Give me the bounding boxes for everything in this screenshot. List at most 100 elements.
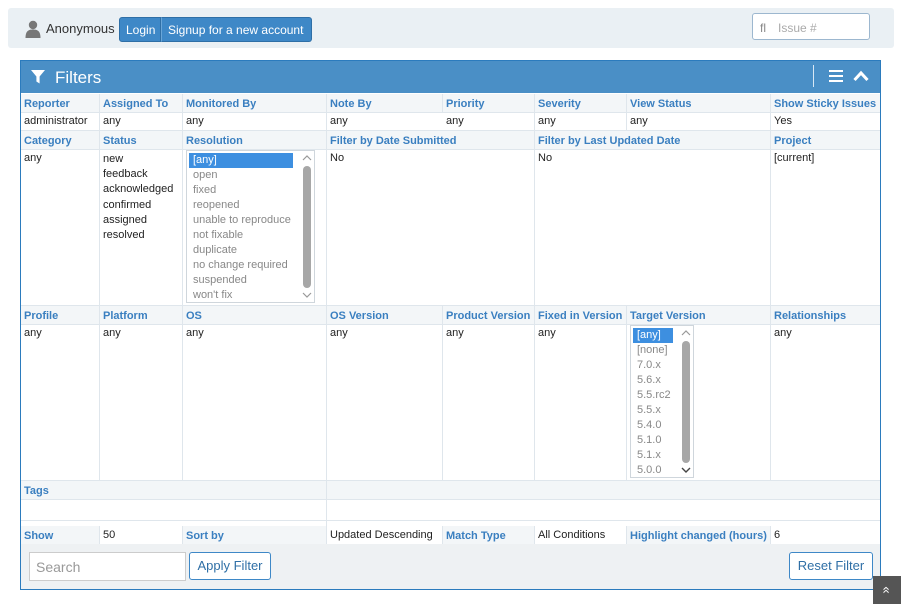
target-version-scrollbar[interactable] [681,328,691,475]
resolution-option[interactable]: reopened [189,198,293,213]
header-divider [813,65,814,87]
sticky-issues-label[interactable]: Show Sticky Issues [771,94,880,112]
sort-by-value: Updated Descending [327,526,443,544]
grid-line [21,112,880,113]
grid-line [99,526,100,544]
resolution-option[interactable]: fixed [189,183,293,198]
target-version-option[interactable]: 5.1.0 [633,433,673,448]
grid-line [442,94,443,112]
chevron-up-icon[interactable] [302,153,312,163]
filter-footer: Search Apply Filter Reset Filter [21,544,880,589]
show-value: 50 [100,526,183,544]
menu-icon[interactable] [829,70,843,82]
date-submitted-label[interactable]: Filter by Date Submitted [327,131,535,149]
target-version-option[interactable]: 5.6.x [633,373,673,388]
filters-header: Filters [21,61,880,93]
target-version-option[interactable]: 5.5.x [633,403,673,418]
status-label[interactable]: Status [100,131,183,149]
profile-value: any [21,324,100,480]
resolution-label[interactable]: Resolution [183,131,327,149]
signup-button[interactable]: Signup for a new account [161,17,312,42]
grid-line [442,526,443,544]
category-label[interactable]: Category [21,131,100,149]
resolution-option[interactable]: [any] [189,153,293,168]
last-updated-value: No [535,149,771,305]
project-label[interactable]: Project [771,131,880,149]
chevron-up-icon[interactable] [853,70,869,82]
scrollbar-thumb[interactable] [303,166,311,288]
status-item: confirmed [103,198,152,211]
login-button[interactable]: Login [119,17,161,42]
profile-label[interactable]: Profile [21,306,100,324]
filters-title: Filters [55,68,102,87]
fixed-in-version-label[interactable]: Fixed in Version [535,306,627,324]
status-item: acknowledged [103,183,174,196]
category-value: any [21,149,100,305]
chevron-down-icon[interactable] [302,290,312,300]
top-navbar: Anonymous Login Signup for a new account… [8,8,894,48]
assigned-to-label[interactable]: Assigned To [100,94,183,112]
double-chevron-up-icon[interactable]: « [873,576,901,604]
view-status-label[interactable]: View Status [627,94,771,112]
note-by-label[interactable]: Note By [327,94,443,112]
os-label[interactable]: OS [183,306,327,324]
status-item: new [103,153,124,165]
monitored-by-label[interactable]: Monitored By [183,94,327,112]
resolution-option[interactable]: open [189,168,293,183]
grid-line [99,94,100,480]
scrollbar-thumb[interactable] [682,341,690,463]
product-version-label[interactable]: Product Version [443,306,535,324]
issue-number-input[interactable]: fl Issue # [752,13,870,40]
os-version-label[interactable]: OS Version [327,306,443,324]
resolution-option[interactable]: unable to reproduce [189,213,293,228]
tags-header-spacer [327,481,880,499]
target-version-option[interactable]: [none] [633,343,673,358]
grid-line [21,520,880,521]
target-version-option[interactable]: [any] [633,328,673,343]
resolution-option[interactable]: not fixable [189,228,293,243]
tags-label[interactable]: Tags [21,481,327,499]
scroll-to-top-glyph: « [879,586,895,594]
last-updated-label[interactable]: Filter by Last Updated Date [535,131,771,149]
resolution-option[interactable]: duplicate [189,243,293,258]
relationships-label[interactable]: Relationships [771,306,880,324]
reset-filter-button[interactable]: Reset Filter [789,552,873,580]
os-value: any [183,324,327,480]
severity-label[interactable]: Severity [535,94,627,112]
filters-widget: Filters Reporter Assigned To Monitored B… [20,60,881,590]
match-type-value: All Conditions [535,526,627,544]
highlight-changed-label[interactable]: Highlight changed (hours) [627,526,771,544]
reporter-label[interactable]: Reporter [21,94,100,112]
grid-line [442,306,443,480]
target-version-option[interactable]: 5.1.x [633,448,673,463]
match-type-label[interactable]: Match Type [443,526,535,544]
target-version-option[interactable]: 5.0.0 [633,463,673,478]
status-item: feedback [103,168,148,181]
resolution-scrollbar[interactable] [302,153,312,300]
platform-label[interactable]: Platform [100,306,183,324]
show-label[interactable]: Show [21,526,100,544]
search-input[interactable]: Search [29,552,186,581]
fixed-in-version-value: any [535,324,627,480]
chevron-up-icon[interactable] [681,328,691,338]
grid-line [770,526,771,544]
target-version-listbox[interactable]: [any] [none] 7.0.x 5.6.x 5.5.rc2 5.5.x 5… [630,325,694,478]
target-version-label[interactable]: Target Version [627,306,771,324]
sticky-issues-value: Yes [771,112,880,130]
tags-value [21,499,327,520]
sort-by-label[interactable]: Sort by [183,526,327,544]
resolution-listbox[interactable]: [any] open fixed reopened unable to repr… [186,150,315,303]
target-version-option[interactable]: 5.5.rc2 [633,388,673,403]
target-version-option[interactable]: 7.0.x [633,358,673,373]
chevron-down-icon[interactable] [681,465,691,475]
priority-label[interactable]: Priority [443,94,535,112]
issue-input-prefix: fl [760,21,766,35]
apply-filter-button[interactable]: Apply Filter [189,552,271,580]
resolution-option[interactable]: won't fix [189,288,293,303]
resolution-option[interactable]: suspended [189,273,293,288]
target-version-option[interactable]: 5.4.0 [633,418,673,433]
assigned-to-value: any [100,112,183,130]
resolution-option[interactable]: no change required [189,258,293,273]
grid-line [21,130,880,131]
grid-line [21,324,880,325]
